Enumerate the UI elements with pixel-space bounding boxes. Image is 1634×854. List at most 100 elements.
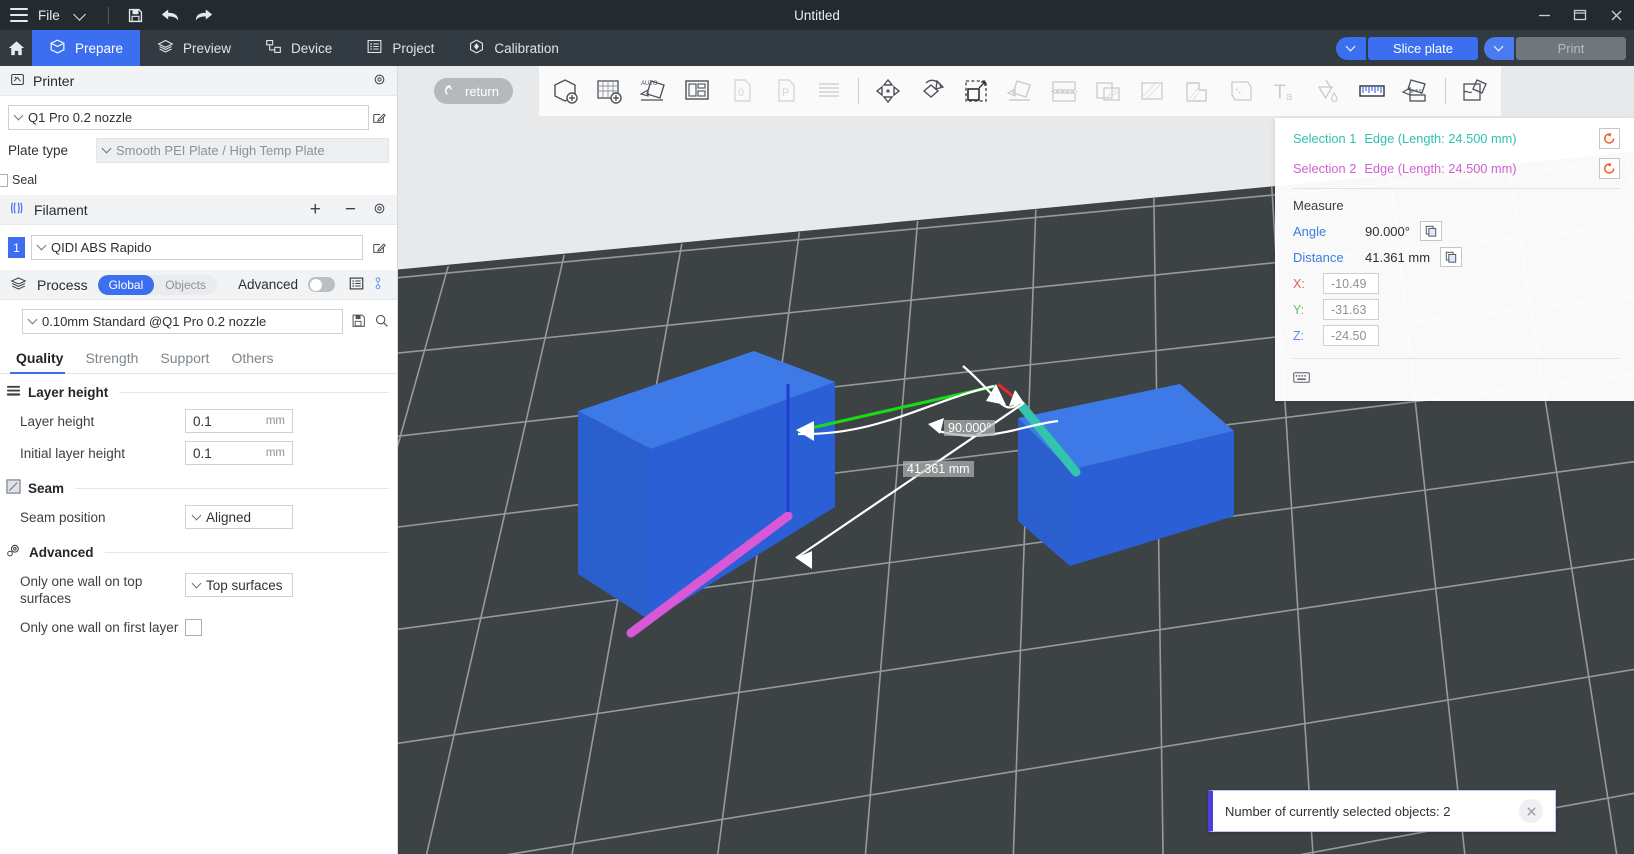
return-button[interactable]: return bbox=[434, 78, 513, 104]
text-emboss-icon[interactable] bbox=[1218, 69, 1262, 113]
compare-icon[interactable] bbox=[374, 276, 387, 294]
setting-one-wall-top-label: Only one wall on top surfaces bbox=[20, 573, 185, 607]
plate-type-select[interactable]: Smooth PEI Plate / High Temp Plate bbox=[96, 138, 389, 163]
tab-quality[interactable]: Quality bbox=[8, 344, 77, 373]
tab-preview[interactable]: Preview bbox=[140, 30, 248, 66]
maximize-button[interactable] bbox=[1562, 0, 1598, 30]
tab-strength[interactable]: Strength bbox=[77, 344, 152, 373]
object-zero-icon[interactable]: 0 bbox=[719, 69, 763, 113]
rotate-icon[interactable] bbox=[910, 69, 954, 113]
angle-value: 90.000° bbox=[1365, 224, 1410, 239]
tab-device[interactable]: Device bbox=[248, 30, 349, 66]
arrange-layout-icon[interactable] bbox=[675, 69, 719, 113]
simplify-icon[interactable] bbox=[1453, 69, 1497, 113]
add-filament-button[interactable]: + bbox=[302, 203, 329, 217]
variable-layer-height-icon[interactable] bbox=[807, 69, 851, 113]
filament-preset-select[interactable]: QIDI ABS Rapido bbox=[31, 235, 363, 260]
x-input[interactable]: -10.49 bbox=[1323, 273, 1379, 294]
chevron-down-icon bbox=[193, 513, 202, 522]
object-p-icon[interactable]: P bbox=[763, 69, 807, 113]
cut-icon[interactable] bbox=[1042, 69, 1086, 113]
home-icon[interactable] bbox=[0, 30, 32, 66]
process-preset-value: 0.10mm Standard @Q1 Pro 0.2 nozzle bbox=[42, 314, 266, 329]
mmu-paint-icon[interactable] bbox=[1174, 69, 1218, 113]
close-button[interactable] bbox=[1598, 0, 1634, 30]
chevron-down-icon[interactable] bbox=[64, 0, 98, 30]
group-advanced-title: Advanced bbox=[29, 545, 94, 560]
tab-prepare[interactable]: Prepare bbox=[32, 30, 140, 66]
edit-printer-icon[interactable] bbox=[369, 111, 389, 125]
auto-arrange-icon[interactable]: AUTO bbox=[631, 69, 675, 113]
filament-section-title: Filament bbox=[34, 202, 88, 218]
seal-checkbox[interactable] bbox=[0, 174, 8, 187]
tab-project[interactable]: Project bbox=[349, 30, 451, 66]
printer-preset-select[interactable]: Q1 Pro 0.2 nozzle bbox=[8, 105, 369, 130]
slice-plate-dropdown[interactable] bbox=[1336, 37, 1366, 60]
process-scope-toggle[interactable]: Global Objects bbox=[98, 275, 217, 295]
save-icon[interactable] bbox=[119, 0, 153, 30]
move-icon[interactable] bbox=[866, 69, 910, 113]
minimize-button[interactable] bbox=[1526, 0, 1562, 30]
3d-viewport[interactable]: 90.000° 41.361 mm return AUTO bbox=[398, 66, 1634, 854]
slice-plate-button[interactable]: Slice plate bbox=[1368, 37, 1478, 60]
add-object-icon[interactable] bbox=[543, 69, 587, 113]
y-input[interactable]: -31.63 bbox=[1323, 299, 1379, 320]
copy-angle-button[interactable] bbox=[1420, 221, 1442, 241]
printer-settings-gear-icon[interactable] bbox=[372, 72, 387, 90]
process-preset-select[interactable]: 0.10mm Standard @Q1 Pro 0.2 nozzle bbox=[22, 309, 343, 334]
one-wall-top-value: Top surfaces bbox=[206, 578, 283, 593]
tab-others[interactable]: Others bbox=[223, 344, 287, 373]
one-wall-top-select[interactable]: Top surfaces bbox=[185, 573, 293, 597]
tab-prepare-label: Prepare bbox=[75, 41, 123, 56]
assembly-icon[interactable] bbox=[1394, 69, 1438, 113]
remove-filament-button[interactable]: − bbox=[337, 203, 364, 217]
seam-paint-icon[interactable] bbox=[1130, 69, 1174, 113]
add-plate-icon[interactable] bbox=[587, 69, 631, 113]
process-section-header: Process Global Objects Advanced bbox=[0, 270, 397, 300]
selection-2-value: Edge (Length: 24.500 mm) bbox=[1364, 161, 1516, 176]
filament-index[interactable]: 1 bbox=[8, 237, 25, 258]
copy-distance-button[interactable] bbox=[1440, 247, 1462, 267]
toast-close-button[interactable] bbox=[1519, 799, 1543, 823]
redo-icon[interactable] bbox=[187, 0, 221, 30]
layer-height-input[interactable]: 0.1 mm bbox=[185, 409, 293, 433]
seam-position-select[interactable]: Aligned bbox=[185, 505, 293, 529]
chevron-down-icon bbox=[103, 146, 112, 155]
tab-calibration[interactable]: Calibration bbox=[451, 30, 576, 66]
search-preset-icon[interactable] bbox=[374, 313, 389, 331]
reset-selection-2-button[interactable] bbox=[1599, 158, 1620, 179]
support-paint-icon[interactable] bbox=[1086, 69, 1130, 113]
edit-filament-icon[interactable] bbox=[369, 241, 389, 255]
save-preset-icon[interactable] bbox=[351, 313, 366, 331]
tab-support[interactable]: Support bbox=[152, 344, 223, 373]
angle-annotation: 90.000° bbox=[944, 420, 995, 436]
scale-icon[interactable] bbox=[954, 69, 998, 113]
calibration-icon bbox=[468, 38, 485, 58]
initial-layer-height-input[interactable]: 0.1 mm bbox=[185, 441, 293, 465]
z-input[interactable]: -24.50 bbox=[1323, 325, 1379, 346]
filament-settings-gear-icon[interactable] bbox=[372, 201, 387, 219]
print-dropdown[interactable] bbox=[1484, 37, 1514, 60]
print-button[interactable]: Print bbox=[1516, 37, 1626, 60]
reset-selection-1-button[interactable] bbox=[1599, 128, 1620, 149]
reset-icon bbox=[1603, 162, 1616, 175]
fill-color-icon[interactable]: Ta bbox=[1262, 69, 1306, 113]
scope-objects-option[interactable]: Objects bbox=[154, 275, 217, 295]
angle-row: Angle 90.000° bbox=[1293, 221, 1620, 241]
process-section-title: Process bbox=[37, 277, 88, 293]
measure-icon[interactable] bbox=[1350, 69, 1394, 113]
file-menu-button[interactable]: File bbox=[34, 8, 64, 23]
undo-icon[interactable] bbox=[153, 0, 187, 30]
z-label: Z: bbox=[1293, 329, 1315, 343]
brush-icon[interactable] bbox=[1306, 69, 1350, 113]
keyboard-shortcuts-button[interactable] bbox=[1293, 371, 1620, 387]
seam-position-value: Aligned bbox=[206, 510, 251, 525]
one-wall-first-checkbox[interactable] bbox=[185, 619, 202, 636]
place-on-face-icon[interactable] bbox=[998, 69, 1042, 113]
list-view-icon[interactable] bbox=[349, 276, 364, 294]
window-title: Untitled bbox=[0, 0, 1634, 30]
scope-global-option[interactable]: Global bbox=[98, 275, 155, 295]
hamburger-menu-icon[interactable] bbox=[10, 8, 28, 22]
advanced-toggle[interactable] bbox=[308, 277, 335, 292]
tab-project-label: Project bbox=[392, 41, 434, 56]
